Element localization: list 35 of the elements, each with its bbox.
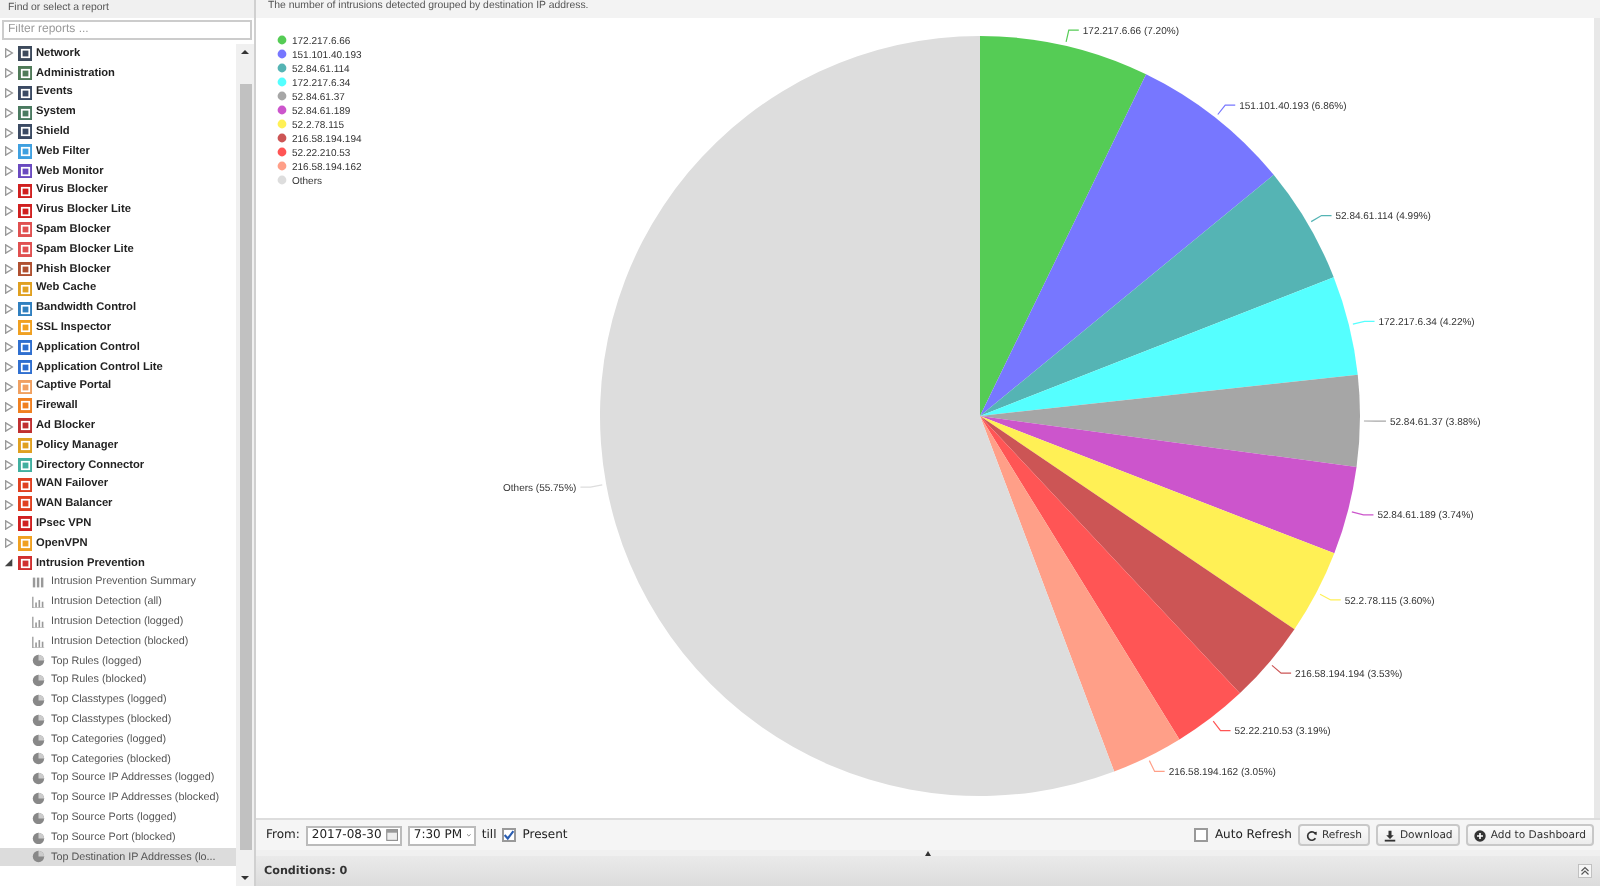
pie-chart-icon [32,713,45,727]
pie-chart-icon [32,772,45,786]
leader-line [1351,511,1375,516]
pie-chart-icon [32,811,45,825]
leader-line [1352,320,1376,325]
present-checkbox[interactable] [502,828,517,842]
plus-icon [1474,829,1487,841]
bar-chart-icon [32,595,45,609]
leader-line [1319,593,1342,601]
leader-line [1212,720,1232,732]
pie-chart-icon [32,752,45,766]
scrollbar[interactable] [236,44,254,886]
download-icon [1383,829,1396,841]
bar-chart-icon [32,635,45,649]
pie-chart-icon [32,693,45,707]
pie-chart-icon [32,674,45,688]
pie-chart-icon [32,654,45,668]
refresh-icon [1305,829,1318,841]
leader-line [1217,104,1236,116]
scroll-down-icon[interactable] [236,870,254,886]
leader-line [1148,760,1166,772]
leader-line [1310,214,1333,223]
pie-chart-icon [32,791,45,805]
leader-line [1363,420,1387,422]
summary-icon [32,576,45,590]
pie-chart-icon [32,831,45,845]
expand-icon[interactable] [1578,864,1592,878]
auto-refresh-checkbox[interactable] [1194,828,1209,842]
bar-chart-icon [32,615,45,629]
leader-line [1271,664,1292,674]
calendar-icon[interactable] [385,828,398,842]
pie-chart-icon [32,850,45,864]
leader-line [1065,29,1080,43]
scroll-up-icon[interactable] [236,44,254,60]
pie-chart-icon [32,733,45,747]
